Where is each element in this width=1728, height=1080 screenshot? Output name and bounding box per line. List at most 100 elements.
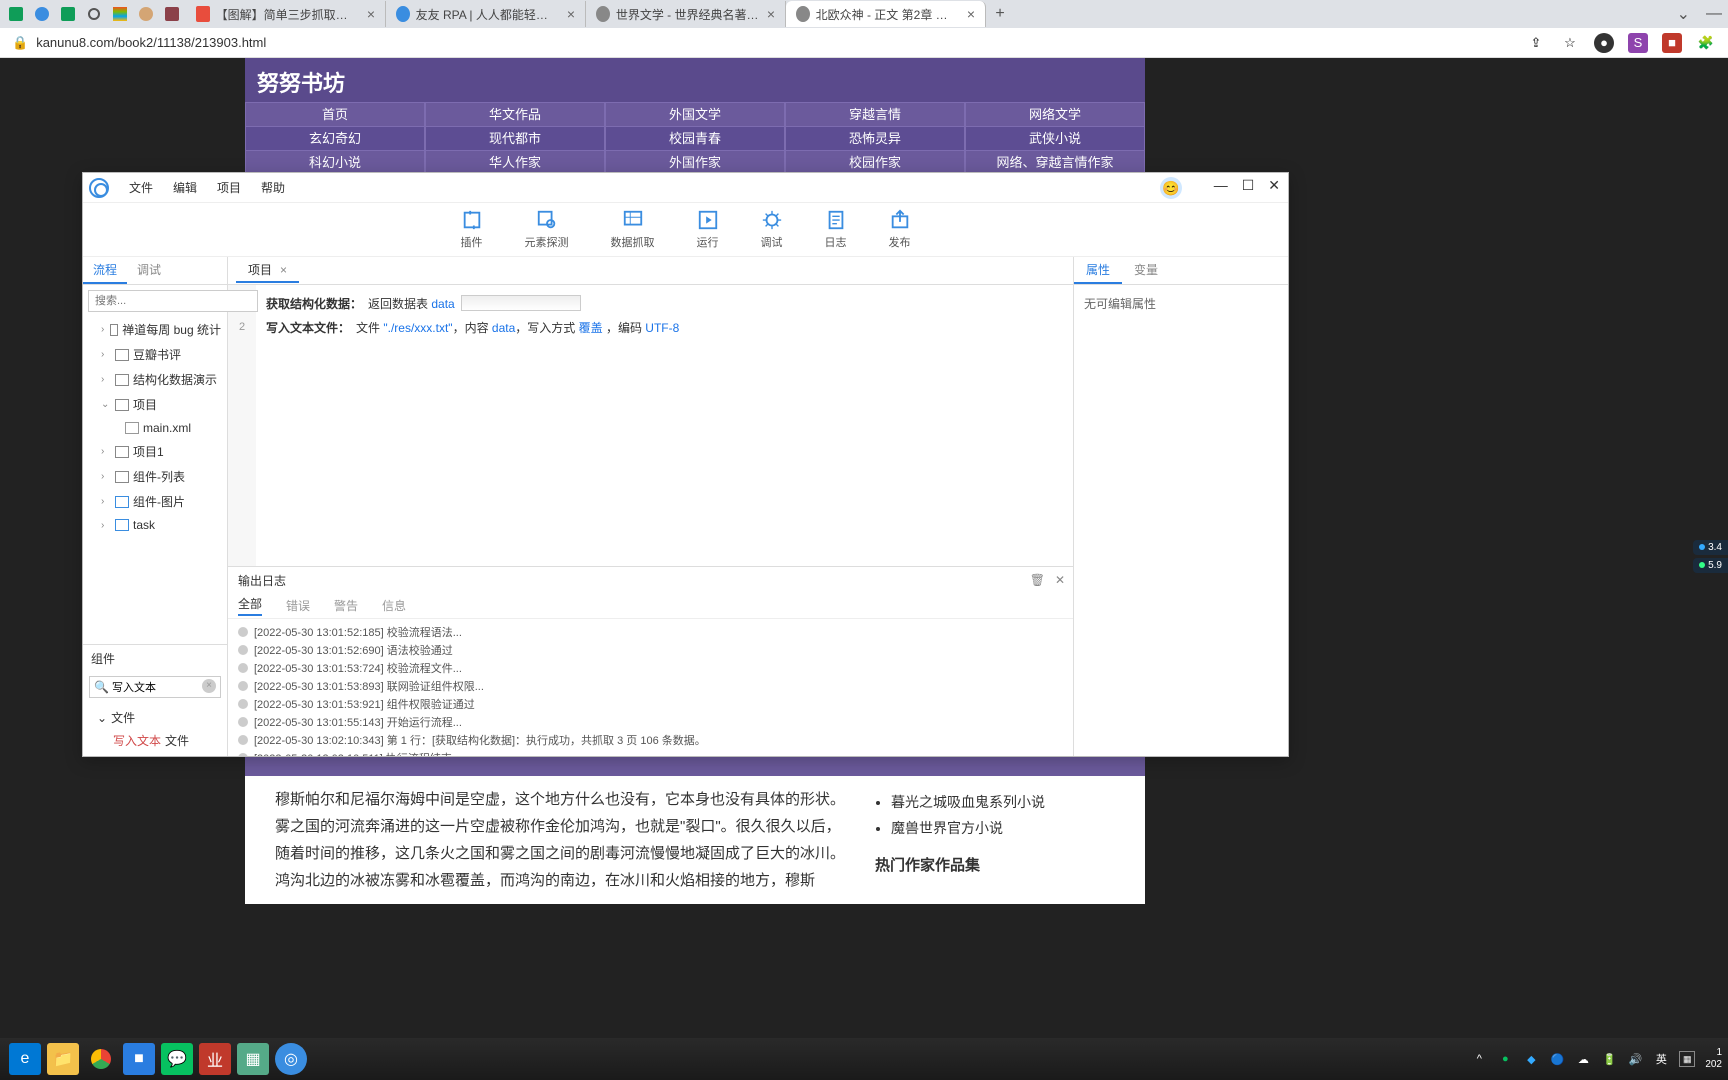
tray-icon[interactable]: ◆ — [1523, 1051, 1539, 1067]
nav-link[interactable]: 首页 — [246, 103, 424, 127]
close-icon[interactable]: × — [967, 6, 975, 22]
taskbar-explorer[interactable]: 📁 — [47, 1043, 79, 1075]
app-icon[interactable] — [30, 2, 54, 26]
nav-link[interactable]: 穿越言情 — [786, 103, 964, 127]
clock[interactable]: 1 202 — [1705, 1047, 1722, 1071]
app-icon[interactable] — [108, 2, 132, 26]
trash-icon[interactable]: 🗑 — [1030, 573, 1045, 587]
new-tab-button[interactable]: + — [986, 5, 1014, 23]
component-item[interactable]: 写入文本文件 — [83, 729, 227, 752]
clear-icon[interactable]: × — [202, 679, 216, 693]
tab-flow[interactable]: 流程 — [83, 257, 127, 284]
tree-folder[interactable]: ›组件-图片 — [83, 489, 227, 514]
app-icon[interactable] — [134, 2, 158, 26]
tree-folder[interactable]: ›禅道每周 bug 统计 — [83, 317, 227, 342]
taskbar-app[interactable]: ■ — [123, 1043, 155, 1075]
close-icon[interactable]: ✕ — [1268, 177, 1280, 199]
user-avatar[interactable]: 😊 — [1160, 177, 1182, 199]
log-tab-info[interactable]: 信息 — [382, 597, 406, 614]
tool-inspect[interactable]: 元素探测 — [525, 209, 569, 250]
browser-tab[interactable]: 世界文学 - 世界经典名著 - 外国 × — [586, 1, 786, 27]
minimize-icon[interactable]: — — [1214, 177, 1228, 199]
code-line[interactable]: 写入文本文件： 文件 "./res/xxx.txt"，内容 data，写入方式 … — [266, 315, 1063, 339]
log-tab-all[interactable]: 全部 — [238, 595, 262, 616]
tray-icon[interactable]: 🔵 — [1549, 1051, 1565, 1067]
app-icon[interactable] — [160, 2, 184, 26]
maximize-icon[interactable]: ☐ — [1242, 177, 1255, 199]
nav-link[interactable]: 恐怖灵异 — [786, 127, 964, 151]
browser-tab[interactable]: 友友 RPA | 人人都能轻松使用的 × — [386, 1, 586, 27]
tool-debug[interactable]: 调试 — [761, 209, 783, 250]
volume-icon[interactable]: 🔊 — [1627, 1051, 1643, 1067]
log-tab-warn[interactable]: 警告 — [334, 597, 358, 614]
editor-area[interactable]: 1 2 获取结构化数据： 返回数据表 data 写入文本文件： 文件 "./re… — [228, 285, 1073, 566]
close-icon[interactable]: ✕ — [1055, 573, 1065, 587]
ext-icon[interactable]: ■ — [1662, 33, 1682, 53]
nav-link[interactable]: 华文作品 — [426, 103, 604, 127]
close-icon[interactable]: × — [567, 6, 575, 22]
tree-folder-open[interactable]: ⌄项目 — [83, 392, 227, 417]
tab-properties[interactable]: 属性 — [1074, 257, 1122, 284]
tool-log[interactable]: 日志 — [825, 209, 847, 250]
taskbar-edge[interactable]: e — [9, 1043, 41, 1075]
tool-publish[interactable]: 发布 — [889, 209, 911, 250]
nav-link[interactable]: 武侠小说 — [966, 127, 1144, 151]
project-search-input[interactable] — [88, 290, 258, 312]
tab-variables[interactable]: 变量 — [1122, 257, 1170, 284]
sidebar-link[interactable]: 魔兽世界官方小说 — [891, 818, 1055, 838]
menu-edit[interactable]: 编辑 — [163, 179, 207, 196]
close-icon[interactable]: × — [767, 6, 775, 22]
close-icon[interactable]: × — [280, 263, 287, 277]
menu-file[interactable]: 文件 — [119, 179, 163, 196]
tool-plugin[interactable]: 插件 — [461, 209, 483, 250]
tray-icon[interactable]: ☁ — [1575, 1051, 1591, 1067]
taskbar-rpa[interactable]: ◎ — [275, 1043, 307, 1075]
tree-folder[interactable]: ›组件-列表 — [83, 464, 227, 489]
taskbar-wechat[interactable]: 💬 — [161, 1043, 193, 1075]
tree-folder[interactable]: ›结构化数据演示 — [83, 367, 227, 392]
taskbar-app[interactable]: 业 — [199, 1043, 231, 1075]
chevron-down-icon[interactable]: ⌄ — [1677, 4, 1690, 24]
nav-link[interactable]: 玄幻奇幻 — [246, 127, 424, 151]
share-icon[interactable]: ⇪ — [1526, 33, 1546, 53]
nav-link[interactable]: 现代都市 — [426, 127, 604, 151]
minimize-icon[interactable]: — — [1706, 5, 1722, 23]
sidebar-link[interactable]: 暮光之城吸血鬼系列小说 — [891, 792, 1055, 812]
tray-icon[interactable]: ● — [1497, 1051, 1513, 1067]
nav-link[interactable]: 网络文学 — [966, 103, 1144, 127]
log-tab-error[interactable]: 错误 — [286, 597, 310, 614]
app-icon[interactable] — [4, 2, 28, 26]
nav-link[interactable]: 外国文学 — [606, 103, 784, 127]
ext-icon[interactable]: S — [1628, 33, 1648, 53]
nav-link[interactable]: 校园青春 — [606, 127, 784, 151]
log-body[interactable]: [2022-05-30 13:01:52:185] 校验流程语法... [202… — [228, 619, 1073, 756]
tree-folder[interactable]: ›豆瓣书评 — [83, 342, 227, 367]
editor-tab[interactable]: 项目× — [236, 258, 299, 283]
battery-icon[interactable]: 🔋 — [1601, 1051, 1617, 1067]
tool-run[interactable]: 运行 — [697, 209, 719, 250]
code-line[interactable]: 获取结构化数据： 返回数据表 data — [266, 291, 1063, 315]
app-icon[interactable] — [82, 2, 106, 26]
chevron-up-icon[interactable]: ^ — [1471, 1051, 1487, 1067]
browser-tab[interactable]: 【图解】简单三步抓取只能在线 × — [186, 1, 386, 27]
app-icon[interactable] — [56, 2, 80, 26]
browser-tab-active[interactable]: 北欧众神 - 正文 第2章 在一切开 × — [786, 1, 986, 27]
menu-project[interactable]: 项目 — [207, 179, 251, 196]
url-text[interactable]: kanunu8.com/book2/11138/213903.html — [36, 35, 1526, 50]
tree-file[interactable]: main.xml — [83, 417, 227, 439]
ext-icon[interactable]: ● — [1594, 33, 1614, 53]
tree-folder[interactable]: ›项目1 — [83, 439, 227, 464]
close-icon[interactable]: × — [367, 6, 375, 22]
component-group[interactable]: ⌄文件 — [83, 706, 227, 729]
taskbar-chrome[interactable] — [85, 1043, 117, 1075]
taskbar-app[interactable]: ▦ — [237, 1043, 269, 1075]
lock-icon[interactable]: 🔒 — [12, 35, 28, 51]
extensions-icon[interactable]: 🧩 — [1696, 33, 1716, 53]
ime-indicator[interactable]: ▦ — [1679, 1051, 1695, 1067]
ime-indicator[interactable]: 英 — [1653, 1051, 1669, 1067]
star-icon[interactable]: ☆ — [1560, 33, 1580, 53]
tree-folder[interactable]: ›task — [83, 514, 227, 536]
tab-debug[interactable]: 调试 — [127, 257, 171, 284]
tool-scrape[interactable]: 数据抓取 — [611, 209, 655, 250]
menu-help[interactable]: 帮助 — [251, 179, 295, 196]
